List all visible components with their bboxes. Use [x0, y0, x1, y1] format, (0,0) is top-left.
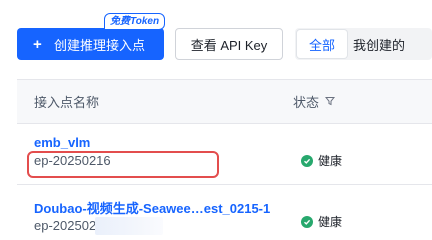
status-cell: 健康: [301, 152, 342, 169]
view-api-key-button[interactable]: 查看 API Key: [175, 28, 283, 60]
plus-icon: +: [33, 35, 42, 53]
check-circle-icon: [301, 154, 313, 167]
column-header-name: 接入点名称: [34, 95, 100, 110]
ownership-filter: 全部 我创建的: [295, 28, 432, 60]
tab-all[interactable]: 全部: [297, 30, 347, 58]
status-cell: 健康: [301, 213, 342, 230]
column-header-status: 状态: [293, 92, 336, 111]
status-text: 健康: [318, 154, 343, 168]
endpoint-name-link[interactable]: Doubao-视频生成-Seawee…est_0215-1: [34, 198, 270, 217]
check-circle-icon: [301, 215, 313, 228]
filter-icon[interactable]: [324, 94, 336, 109]
table-row: Doubao-视频生成-Seawee…est_0215-1 ep-2025021…: [17, 186, 432, 238]
table-header: 接入点名称 状态: [17, 80, 432, 124]
create-endpoint-label: 创建推理接入点: [54, 37, 146, 53]
highlight-annotation: [27, 151, 219, 178]
redacted-area: [95, 217, 163, 235]
create-endpoint-button[interactable]: + 创建推理接入点: [17, 28, 164, 60]
free-token-badge: 免费Token: [104, 13, 166, 30]
status-text: 健康: [318, 215, 343, 229]
tab-created-by-me[interactable]: 我创建的: [347, 30, 427, 58]
endpoint-name-link[interactable]: emb_vlm: [34, 135, 90, 150]
column-header-status-label: 状态: [293, 95, 320, 110]
